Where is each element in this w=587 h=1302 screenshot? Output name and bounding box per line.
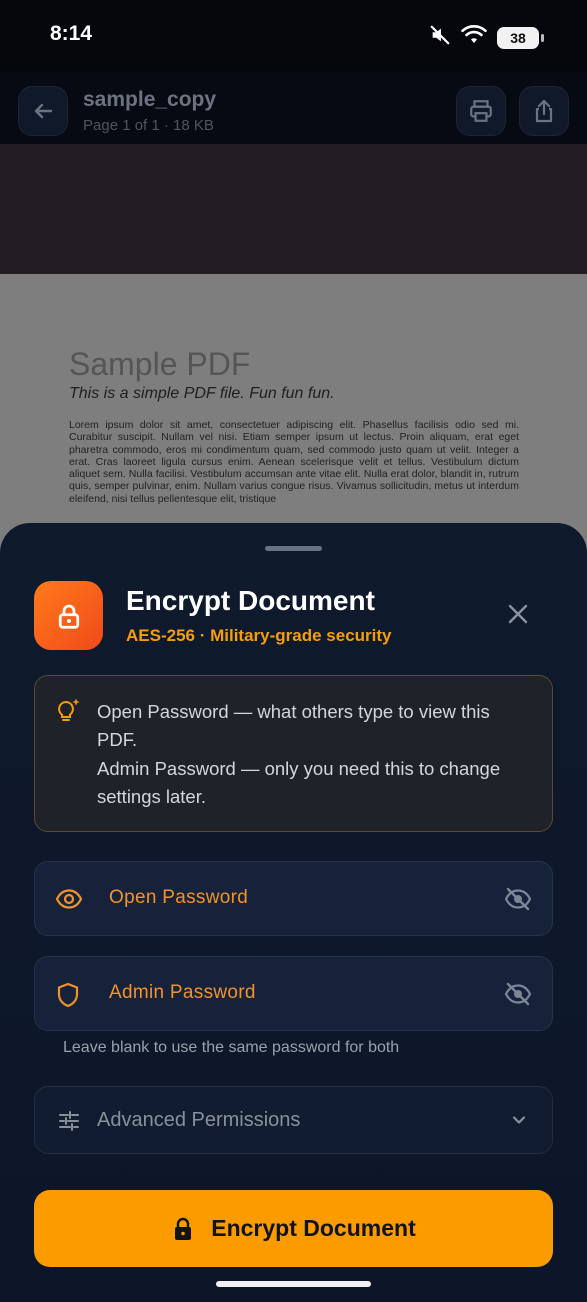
hint-line: Open Password — what others type to view… [97,701,490,722]
shield-icon [55,981,81,1014]
hint-line: settings later. [97,786,207,807]
password-hint-card: Open Password — what others type to view… [34,675,553,832]
home-indicator[interactable] [216,1281,371,1287]
encrypt-document-button[interactable]: Encrypt Document [34,1190,553,1267]
print-icon [470,100,492,122]
document-title: sample_copy [83,88,217,111]
encrypt-badge [34,581,103,650]
share-button[interactable] [519,86,569,136]
encrypt-button-label: Encrypt Document [211,1215,416,1241]
sheet-subtitle: AES-256 · Military-grade security [126,626,392,645]
status-time: 8:14 [50,22,93,45]
lock-icon [175,1217,192,1240]
advanced-permissions-label: Advanced Permissions [97,1109,301,1131]
lightbulb-icon [55,698,81,731]
eye-icon [55,886,83,917]
hint-line: Admin Password — only you need this to c… [97,758,501,779]
sheet-title: Encrypt Document [126,585,375,616]
open-password-field[interactable]: Open Password [34,861,553,936]
sheet-drag-handle[interactable] [265,546,322,551]
admin-password-field[interactable]: Admin Password [34,956,553,1031]
status-icons: 38 [429,24,544,51]
share-icon [535,99,553,123]
document-meta: Page 1 of 1 · 18 KB [83,117,214,134]
hint-line: PDF. [97,729,138,750]
battery-icon: 38 [497,26,544,49]
tune-icon [57,1109,81,1138]
mute-icon [429,24,451,51]
visibility-off-icon[interactable] [504,886,532,917]
lock-icon [58,604,79,629]
close-icon [508,604,528,624]
advanced-permissions-toggle[interactable]: Advanced Permissions [34,1086,553,1154]
pdf-body-text: Lorem ipsum dolor sit amet, consectetuer… [69,419,519,505]
pdf-subtitle: This is a simple PDF file. Fun fun fun. [69,385,335,402]
password-helper-text: Leave blank to use the same password for… [63,1039,400,1056]
visibility-off-icon[interactable] [504,981,532,1012]
pdf-title: Sample PDF [69,346,251,382]
print-button[interactable] [456,86,506,136]
back-button[interactable] [18,86,68,136]
admin-password-label: Admin Password [109,982,256,1003]
encrypt-bottom-sheet: Encrypt Document AES-256 · Military-grad… [0,523,587,1302]
open-password-label: Open Password [109,887,249,908]
chevron-down-icon [510,1111,528,1134]
back-arrow-icon [34,103,53,119]
status-bar: 8:14 38 [0,0,587,72]
document-viewer-background [0,144,587,274]
close-button[interactable] [502,598,534,630]
wifi-icon [461,24,487,51]
app-bar: sample_copy Page 1 of 1 · 18 KB [0,72,587,144]
